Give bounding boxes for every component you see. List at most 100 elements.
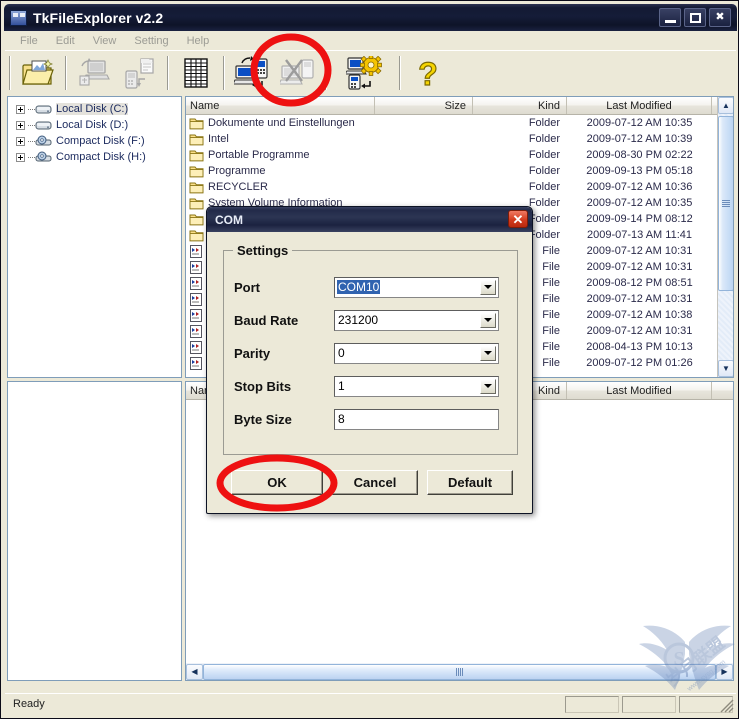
tree-item-compact-disk-h[interactable]: Compact Disk (H:): [8, 149, 181, 165]
column-header-size[interactable]: Size: [375, 97, 473, 114]
file-list-row[interactable]: Programme Folder 2009-09-13 PM 05:18: [186, 163, 733, 179]
menu-item-edit[interactable]: Edit: [47, 33, 84, 49]
toolbar-open-folder-button[interactable]: [17, 54, 59, 92]
resize-grip-icon[interactable]: [720, 699, 734, 713]
parity-value: 0: [338, 346, 345, 360]
drive-tree-panel[interactable]: Local Disk (C:) Local Disk (D:) Compact …: [7, 96, 182, 378]
file-kind-cell: Folder: [528, 117, 560, 129]
menu-item-help[interactable]: Help: [178, 33, 219, 49]
file-name-cell: Programme: [186, 165, 375, 178]
scrollbar-thumb[interactable]: [718, 116, 733, 291]
svg-text:?: ?: [418, 56, 438, 90]
file-icon: [189, 308, 204, 322]
ok-button[interactable]: OK: [231, 470, 323, 495]
hscrollbar-thumb[interactable]: [203, 663, 716, 680]
tree-item-local-disk-c[interactable]: Local Disk (C:): [8, 101, 181, 117]
file-kind-cell: Folder: [528, 149, 560, 161]
tree-item-compact-disk-f[interactable]: Compact Disk (F:): [8, 133, 181, 149]
dialog-title: COM: [215, 212, 243, 227]
expand-icon[interactable]: [16, 136, 25, 146]
download-to-device-icon: [123, 57, 157, 89]
file-date-cell: 2009-07-12 AM 10:35: [586, 197, 693, 209]
file-name-text: Programme: [208, 165, 266, 177]
tree-item-local-disk-d[interactable]: Local Disk (D:): [8, 117, 181, 133]
toolbar-copy-to-device-button[interactable]: [119, 54, 161, 92]
column-header-date-lower[interactable]: Last Modified: [567, 382, 712, 399]
scrollbar-track[interactable]: [718, 114, 733, 360]
column-header-date[interactable]: Last Modified: [567, 97, 712, 114]
scroll-left-arrow-icon[interactable]: ◀: [186, 663, 203, 680]
dialog-body: Settings Port COM10 Baud Rate 231200 Par…: [207, 232, 532, 515]
upload-to-pc-icon: [77, 57, 111, 89]
parity-combobox[interactable]: 0: [334, 342, 499, 364]
column-header-name[interactable]: Name: [186, 97, 375, 114]
list-view-icon: [182, 57, 210, 89]
cancel-button[interactable]: Cancel: [332, 470, 418, 495]
tree-connector: [28, 108, 35, 110]
toolbar-help-button[interactable]: ?: [407, 54, 449, 92]
scroll-right-arrow-icon[interactable]: ▶: [716, 663, 733, 680]
port-combobox[interactable]: COM10: [334, 276, 499, 298]
toolbar: ?: [5, 50, 736, 94]
file-name-text: Portable Programme: [208, 149, 310, 161]
expand-icon[interactable]: [16, 152, 25, 162]
tree-item-label: Local Disk (C:): [56, 103, 129, 115]
file-list-row[interactable]: RECYCLER Folder 2009-07-12 AM 10:36: [186, 179, 733, 195]
folder-icon: [189, 197, 204, 210]
tree-item-label: Compact Disk (H:): [56, 151, 146, 163]
file-list-horizontal-scrollbar[interactable]: ◀ ▶: [186, 663, 733, 680]
file-name-cell: RECYCLER: [186, 181, 375, 194]
toolbar-disconnect-device-button[interactable]: [277, 54, 319, 92]
stop-bits-combobox[interactable]: 1: [334, 375, 499, 397]
file-date-cell: 2009-08-12 PM 08:51: [586, 277, 693, 289]
close-button[interactable]: ✖: [709, 8, 731, 27]
file-list-row[interactable]: Intel Folder 2009-07-12 AM 10:39: [186, 131, 733, 147]
scroll-up-arrow-icon[interactable]: ▲: [718, 97, 733, 114]
dialog-title-bar: COM ✕: [207, 207, 532, 232]
menu-item-setting[interactable]: Setting: [125, 33, 177, 49]
toolbar-separator: [325, 55, 327, 90]
file-icon: [189, 276, 204, 290]
toolbar-copy-to-pc-button[interactable]: [73, 54, 115, 92]
file-date-cell: 2009-07-12 AM 10:35: [586, 117, 693, 129]
file-list-vertical-scrollbar[interactable]: ▲ ▼: [717, 97, 733, 377]
settings-fieldset: Settings Port COM10 Baud Rate 231200 Par…: [223, 243, 518, 455]
menu-bar: File Edit View Setting Help: [5, 31, 736, 50]
file-name-cell: Dokumente und Einstellungen: [186, 117, 375, 130]
menu-item-view[interactable]: View: [84, 33, 126, 49]
folder-icon: [189, 165, 204, 178]
expand-icon[interactable]: [16, 104, 25, 114]
stop-bits-dropdown-arrow-icon[interactable]: [480, 378, 496, 394]
file-icon: [189, 292, 204, 306]
window-controls: ✖: [659, 8, 731, 27]
scroll-down-arrow-icon[interactable]: ▼: [718, 360, 733, 377]
screenshot-root: TkFileExplorer v2.2 ✖ File Edit View Set…: [0, 0, 739, 719]
parity-dropdown-arrow-icon[interactable]: [480, 345, 496, 361]
status-pane-2: [622, 695, 676, 713]
file-icon: [189, 324, 204, 338]
open-folder-icon: [21, 58, 55, 88]
minimize-button[interactable]: [659, 8, 681, 27]
byte-size-input[interactable]: 8: [334, 408, 499, 430]
baud-rate-dropdown-arrow-icon[interactable]: [480, 312, 496, 328]
app-icon: [10, 9, 27, 26]
toolbar-list-view-button[interactable]: [175, 54, 217, 92]
file-list-header: Name Size Kind Last Modified: [186, 97, 733, 115]
expand-icon[interactable]: [16, 120, 25, 130]
port-dropdown-arrow-icon[interactable]: [480, 279, 496, 295]
toolbar-device-settings-button[interactable]: [343, 54, 385, 92]
stop-bits-value: 1: [338, 379, 345, 393]
toolbar-connect-device-button[interactable]: [231, 54, 273, 92]
maximize-button[interactable]: [684, 8, 706, 27]
dialog-close-button[interactable]: ✕: [508, 210, 528, 228]
column-header-kind[interactable]: Kind: [473, 97, 567, 114]
default-button[interactable]: Default: [427, 470, 513, 495]
com-settings-dialog[interactable]: COM ✕ Settings Port COM10 Baud Rate 2312…: [206, 206, 533, 514]
drive-tree-panel-lower[interactable]: [7, 381, 182, 681]
baud-rate-combobox[interactable]: 231200: [334, 309, 499, 331]
file-list-row[interactable]: Portable Programme Folder 2009-08-30 PM 02…: [186, 147, 733, 163]
file-date-cell: 2009-08-30 PM 02:22: [586, 149, 693, 161]
file-list-row[interactable]: Dokumente und Einstellungen Folder 2009-07…: [186, 115, 733, 131]
file-date-cell: 2009-07-12 AM 10:31: [586, 325, 693, 337]
menu-item-file[interactable]: File: [11, 33, 47, 49]
